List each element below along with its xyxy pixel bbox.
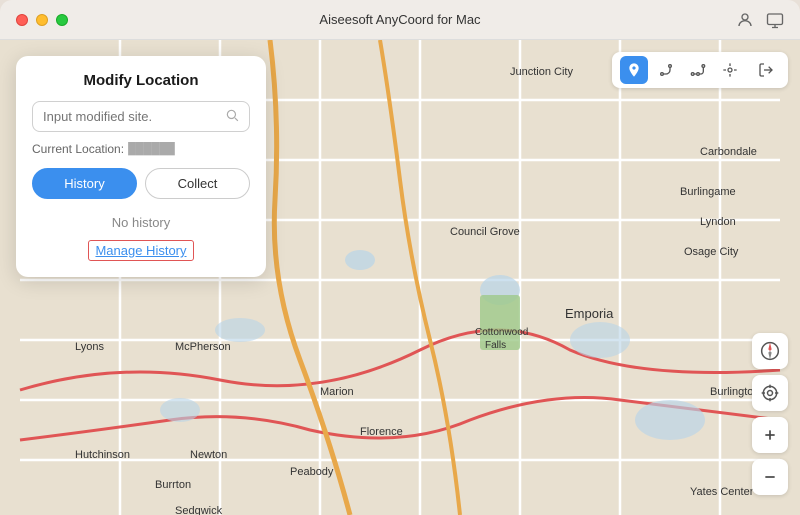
title-bar: Aiseesoft AnyCoord for Mac [0,0,800,40]
search-input[interactable] [43,109,225,124]
svg-text:Lyons: Lyons [75,341,104,353]
svg-text:Osage City: Osage City [684,246,739,258]
history-tab[interactable]: History [32,168,137,199]
joystick-button[interactable] [716,56,744,84]
app-title: Aiseesoft AnyCoord for Mac [319,12,480,27]
svg-text:Newton: Newton [190,449,227,461]
current-location-label: Current Location: [32,142,124,156]
compass-button[interactable] [752,333,788,369]
route2-button[interactable] [684,56,712,84]
search-box[interactable] [32,101,250,132]
svg-text:Lyndon: Lyndon [700,216,736,228]
target-button[interactable] [752,375,788,411]
svg-text:Council Grove: Council Grove [450,226,520,238]
modify-location-panel: Modify Location Current Location: ██████… [16,56,266,277]
map-controls-top [612,52,788,88]
main-area: Junction City Alma Carbondale Burlingame… [0,40,800,515]
svg-text:Florence: Florence [360,426,403,438]
svg-text:Carbondale: Carbondale [700,146,757,158]
screen-icon[interactable] [766,11,784,29]
no-history-text: No history [32,215,250,230]
manage-history-wrapper: Manage History [32,240,250,261]
collect-tab[interactable]: Collect [145,168,250,199]
svg-text:Burrton: Burrton [155,479,191,491]
svg-text:Junction City: Junction City [510,66,573,78]
panel-title: Modify Location [32,72,250,89]
tab-buttons: History Collect [32,168,250,199]
zoom-out-button[interactable] [752,459,788,495]
map-controls-right [752,333,788,495]
location-pin-button[interactable] [620,56,648,84]
close-button[interactable] [16,14,28,26]
svg-text:Burlingame: Burlingame [680,186,736,198]
title-icons [736,11,784,29]
svg-text:Hutchinson: Hutchinson [75,449,130,461]
manage-history-link[interactable]: Manage History [88,240,193,261]
svg-text:Emporia: Emporia [565,306,614,321]
current-location-value: ██████ [128,143,175,155]
svg-text:Yates Center: Yates Center [690,486,754,498]
svg-text:Marion: Marion [320,386,354,398]
search-icon [225,108,239,125]
svg-text:Sedgwick: Sedgwick [175,505,223,515]
user-icon[interactable] [736,11,754,29]
zoom-in-button[interactable] [752,417,788,453]
svg-text:Falls: Falls [485,340,506,351]
traffic-lights [16,14,68,26]
svg-text:Peabody: Peabody [290,466,334,478]
minimize-button[interactable] [36,14,48,26]
current-location-row: Current Location: ██████ [32,142,250,156]
exit-button[interactable] [752,56,780,84]
fullscreen-button[interactable] [56,14,68,26]
route1-button[interactable] [652,56,680,84]
svg-text:Cottonwood: Cottonwood [475,327,528,338]
svg-text:McPherson: McPherson [175,341,231,353]
